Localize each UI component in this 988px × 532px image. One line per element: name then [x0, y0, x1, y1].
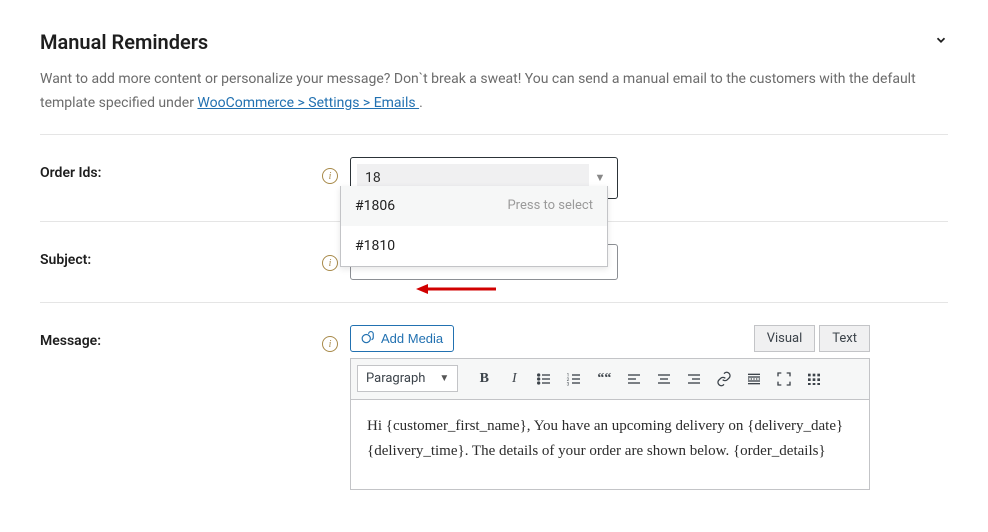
field-info: i [320, 244, 340, 272]
fullscreen-icon [776, 371, 792, 387]
editor-toolbar: Paragraph ▼ B I 123 ““ [350, 358, 870, 400]
align-left-icon [626, 371, 642, 387]
align-center-button[interactable] [650, 365, 678, 393]
toolbar-toggle-icon [806, 371, 822, 387]
info-icon[interactable]: i [322, 255, 338, 271]
editor-body[interactable]: Hi {customer_first_name}, You have an up… [350, 400, 870, 490]
message-label: Message: [40, 325, 320, 349]
field-subject: Subject: i #1806 Press to select #1810 [40, 222, 948, 302]
description-post: . [419, 95, 423, 111]
link-icon [716, 371, 732, 387]
align-right-button[interactable] [680, 365, 708, 393]
option-hint: Press to select [507, 198, 593, 213]
align-center-icon [656, 371, 672, 387]
align-left-button[interactable] [620, 365, 648, 393]
tab-visual[interactable]: Visual [754, 325, 816, 352]
section-title: Manual Reminders [40, 30, 208, 54]
svg-text:3: 3 [567, 381, 570, 386]
field-message: Message: i Add Media Visual Text [40, 303, 948, 490]
section-header: Manual Reminders [40, 30, 948, 54]
settings-link[interactable]: WooCommerce > Settings > Emails [197, 95, 419, 111]
caret-down-icon: ▼ [439, 373, 449, 384]
option-label: #1810 [355, 238, 395, 254]
format-select[interactable]: Paragraph ▼ [357, 365, 458, 392]
align-right-icon [686, 371, 702, 387]
rich-editor: Add Media Visual Text Paragraph ▼ B I [350, 325, 870, 490]
field-info: i [320, 157, 340, 185]
add-media-button[interactable]: Add Media [350, 325, 454, 352]
italic-button[interactable]: I [500, 365, 528, 393]
bullet-list-icon [536, 371, 552, 387]
caret-down-icon: ▼ [589, 171, 611, 184]
option-label: #1806 [355, 198, 395, 214]
bullet-list-button[interactable] [530, 365, 558, 393]
fullscreen-button[interactable] [770, 365, 798, 393]
editor-tabs: Visual Text [750, 325, 870, 352]
subject-label: Subject: [40, 244, 320, 268]
description-text: Want to add more content or personalize … [40, 71, 916, 111]
collapse-toggle[interactable] [934, 33, 948, 51]
toolbar-toggle-button[interactable] [800, 365, 828, 393]
info-icon[interactable]: i [322, 336, 338, 352]
readmore-icon [746, 371, 762, 387]
tab-text[interactable]: Text [819, 325, 870, 352]
chevron-down-icon [934, 33, 948, 47]
order-ids-label: Order Ids: [40, 157, 320, 181]
info-icon[interactable]: i [322, 168, 338, 184]
field-info: i [320, 325, 340, 353]
link-button[interactable] [710, 365, 738, 393]
arrow-annotation-icon [416, 282, 496, 296]
bold-button[interactable]: B [470, 365, 498, 393]
order-ids-dropdown: #1806 Press to select #1810 [340, 186, 608, 267]
blockquote-button[interactable]: ““ [590, 365, 618, 393]
dropdown-option-1810[interactable]: #1810 [341, 226, 607, 266]
dropdown-option-1806[interactable]: #1806 Press to select [341, 186, 607, 226]
numbered-list-button[interactable]: 123 [560, 365, 588, 393]
media-icon [361, 331, 375, 345]
add-media-label: Add Media [381, 331, 443, 346]
section-description: Want to add more content or personalize … [40, 68, 948, 116]
readmore-button[interactable] [740, 365, 768, 393]
format-label: Paragraph [366, 371, 425, 386]
numbered-list-icon: 123 [566, 371, 582, 387]
